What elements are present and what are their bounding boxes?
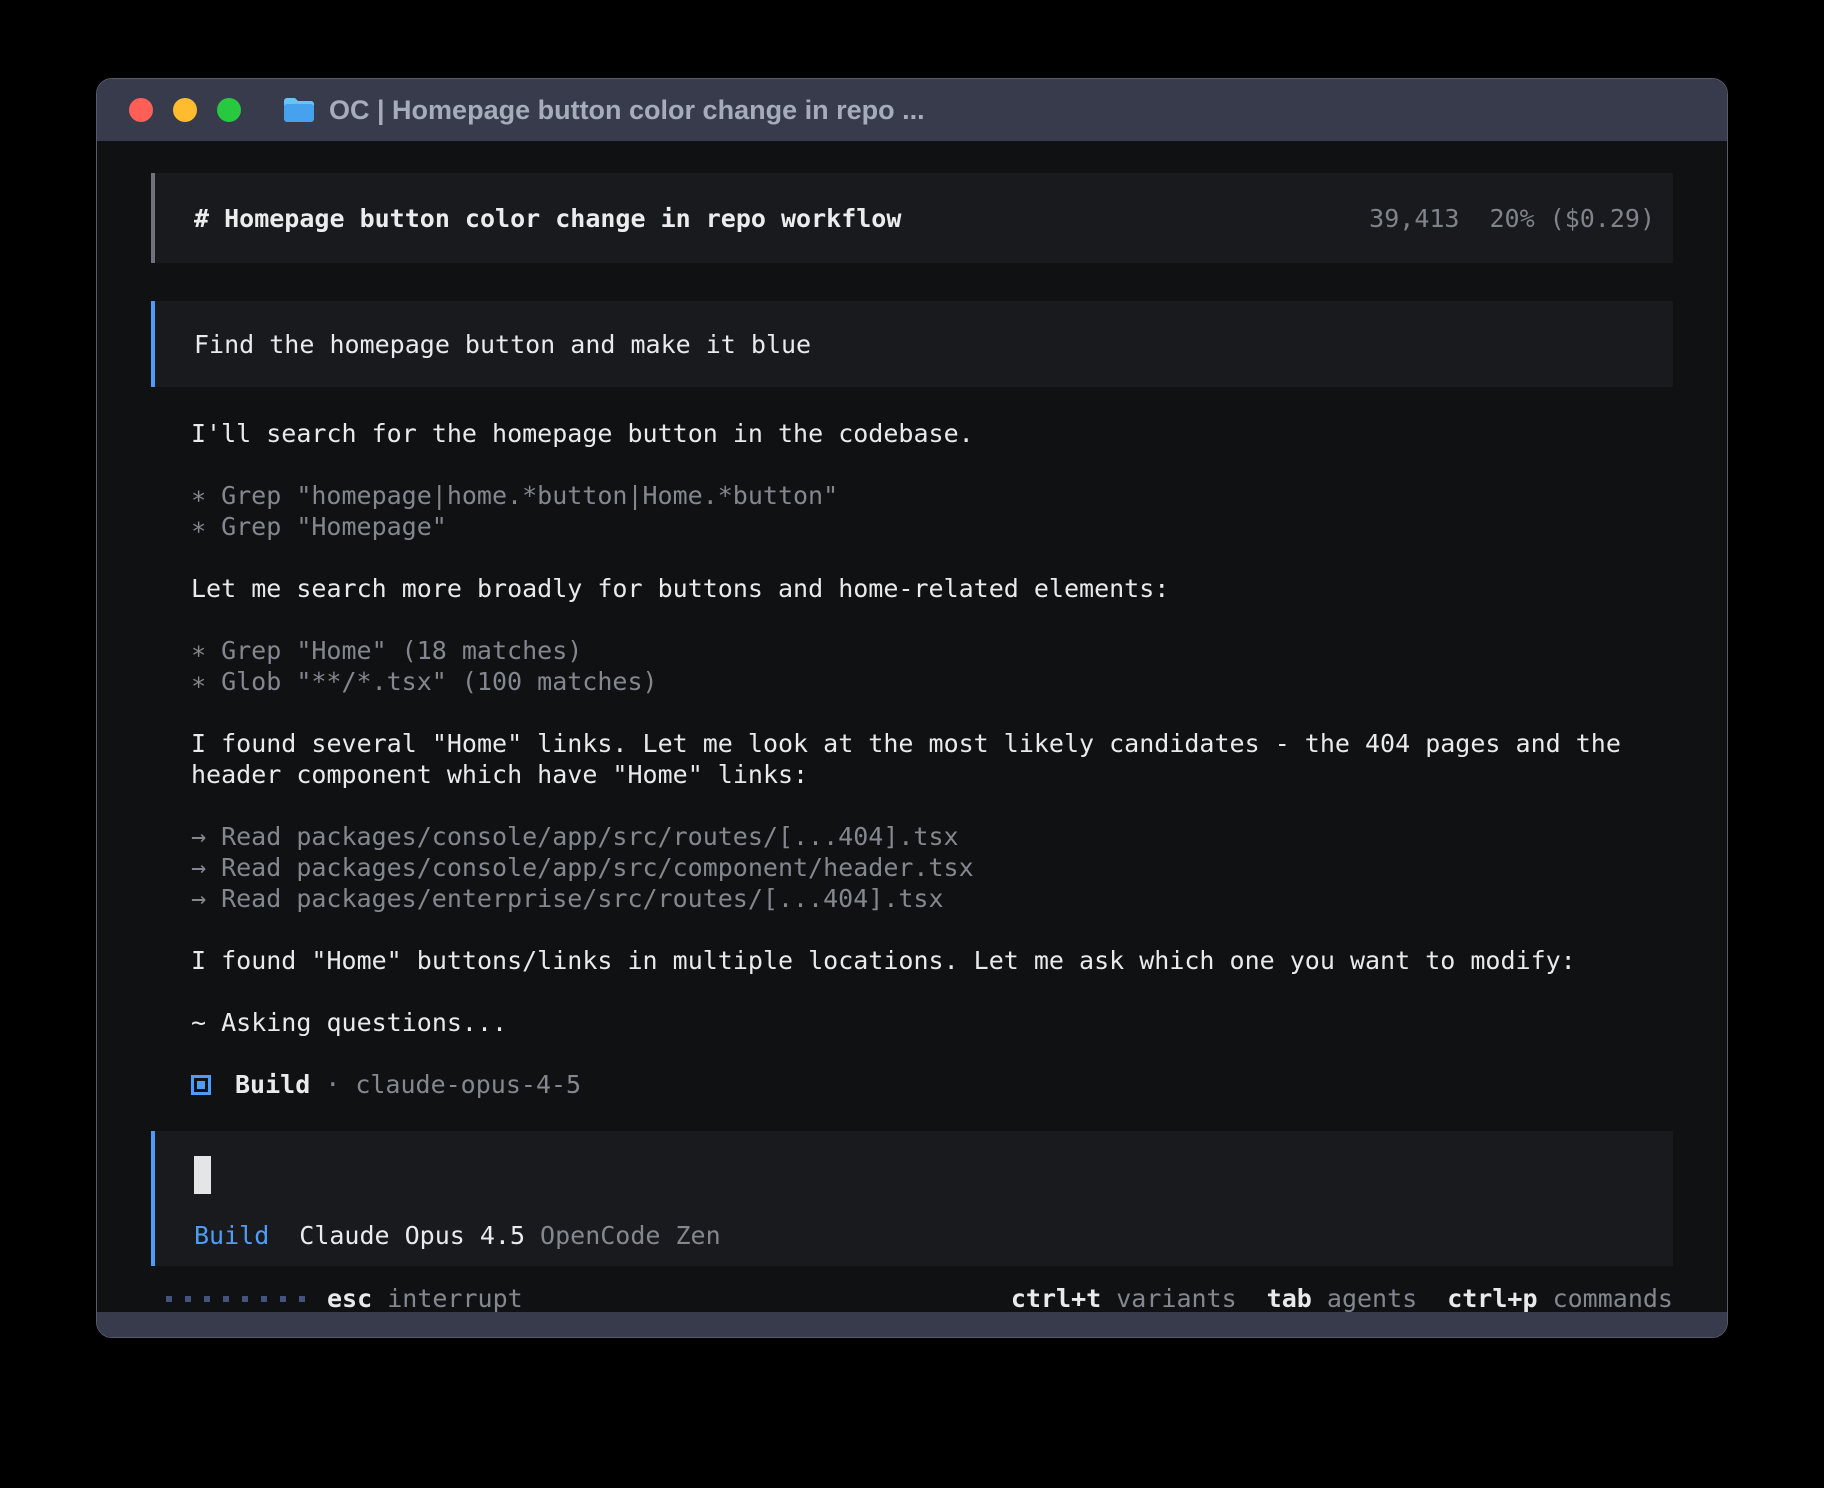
tool-bullet-icon: ∗ [191,666,206,697]
tool-bullet-icon: ∗ [191,511,206,542]
build-agent-icon [191,1075,211,1095]
tool-call-line: → Read packages/console/app/src/routes/[.… [191,821,1673,852]
close-button[interactable] [129,98,153,122]
tool-call-line: → Read packages/console/app/src/component… [191,852,1673,883]
tool-call-line: ∗ Glob "**/*.tsx" (100 matches) [191,666,1673,697]
window-bottom-edge [97,1312,1727,1337]
hint-label: commands [1553,1284,1673,1312]
window-title: OC | Homepage button color change in rep… [329,95,925,126]
tool-call-text: Glob "**/*.tsx" (100 matches) [221,667,658,696]
hint-label: agents [1327,1284,1417,1312]
hint-key: tab [1267,1284,1312,1312]
spinner-dot [261,1296,267,1302]
tool-call-text: Read packages/console/app/src/component/… [221,853,974,882]
input-mode-label: Build [194,1221,269,1250]
tool-bullet-icon: ∗ [191,635,206,666]
hint-key: ctrl+p [1447,1284,1537,1312]
minimize-button[interactable] [173,98,197,122]
tool-call-block: ∗ Grep "homepage|home.*button|Home.*butto… [191,480,1673,542]
tool-call-text: Grep "homepage|home.*button|Home.*button… [221,481,838,510]
traffic-lights [129,98,241,122]
zoom-button[interactable] [217,98,241,122]
spinner-dot [166,1296,172,1302]
tool-call-line: ∗ Grep "homepage|home.*button|Home.*butto… [191,480,1673,511]
input-provider-label: OpenCode Zen [540,1221,721,1250]
agent-separator: · [325,1069,340,1100]
spinner-dot [204,1296,210,1302]
spinner-dot [185,1296,191,1302]
assistant-paragraph: I found "Home" buttons/links in multiple… [191,945,1673,976]
assistant-paragraph: I found several "Home" links. Let me loo… [191,728,1673,790]
tool-call-text: Read packages/console/app/src/routes/[..… [221,822,959,851]
keyboard-hint: ctrl+p commands [1447,1283,1673,1312]
user-message: Find the homepage button and make it blu… [151,301,1673,387]
user-message-text: Find the homepage button and make it blu… [194,330,811,359]
agent-status-line: Build · claude-opus-4-5 [191,1069,1673,1100]
hint-key: ctrl+t [1011,1284,1101,1312]
prompt-input[interactable]: Build Claude Opus 4.5 OpenCode Zen [151,1131,1673,1266]
left-hints: esc interrupt [327,1283,523,1312]
session-cost: ($0.29) [1550,204,1655,233]
keyboard-hint: tab agents [1267,1283,1418,1312]
assistant-paragraph: I'll search for the homepage button in t… [191,418,1673,449]
tool-bullet-icon: → [191,852,206,883]
tool-call-line: ∗ Grep "Homepage" [191,511,1673,542]
status-bar: esc interrupt ctrl+t variants tab agents… [151,1283,1673,1312]
tool-bullet-icon: ∗ [191,480,206,511]
tool-call-block: → Read packages/console/app/src/routes/[.… [191,821,1673,914]
tool-bullet-icon: → [191,821,206,852]
assistant-paragraph: ~ Asking questions... [191,1007,1673,1038]
input-model-label: Claude Opus 4.5 [299,1221,525,1250]
token-count: 39,413 [1369,204,1459,233]
spinner-dot [299,1296,305,1302]
working-spinner-dots [166,1296,305,1302]
agent-model: claude-opus-4-5 [355,1069,581,1100]
right-hints: ctrl+t variants tab agents ctrl+p comman… [1011,1283,1673,1312]
text-cursor [194,1156,211,1194]
tool-call-text: Grep "Homepage" [221,512,447,541]
spinner-dot [280,1296,286,1302]
hint-label: interrupt [387,1284,522,1312]
folder-icon [283,97,315,123]
tool-bullet-icon: → [191,883,206,914]
assistant-paragraph: Let me search more broadly for buttons a… [191,573,1673,604]
hint-label: variants [1116,1284,1236,1312]
hint-key: esc [327,1284,372,1312]
context-percent: 20% [1489,204,1534,233]
tool-call-line: → Read packages/enterprise/src/routes/[..… [191,883,1673,914]
spinner-dot [223,1296,229,1302]
session-banner: # Homepage button color change in repo w… [151,173,1673,263]
tool-call-text: Read packages/enterprise/src/routes/[...… [221,884,943,913]
session-title: # Homepage button color change in repo w… [194,204,901,233]
assistant-conversation: I'll search for the homepage button in t… [191,418,1673,1038]
spinner-dot [242,1296,248,1302]
input-meta: Build Claude Opus 4.5 OpenCode Zen [194,1221,1673,1250]
agent-name: Build [235,1069,310,1100]
tool-call-line: ∗ Grep "Home" (18 matches) [191,635,1673,666]
window-titlebar[interactable]: OC | Homepage button color change in rep… [97,79,1727,141]
terminal-content: # Homepage button color change in repo w… [97,141,1727,1312]
keyboard-hint: esc interrupt [327,1283,523,1312]
keyboard-hint: ctrl+t variants [1011,1283,1237,1312]
tool-call-text: Grep "Home" (18 matches) [221,636,582,665]
tool-call-block: ∗ Grep "Home" (18 matches) ∗ Glob "**/*.ts… [191,635,1673,697]
session-stats: 39,413 20% ($0.29) [1369,204,1655,233]
terminal-window: OC | Homepage button color change in rep… [96,78,1728,1338]
